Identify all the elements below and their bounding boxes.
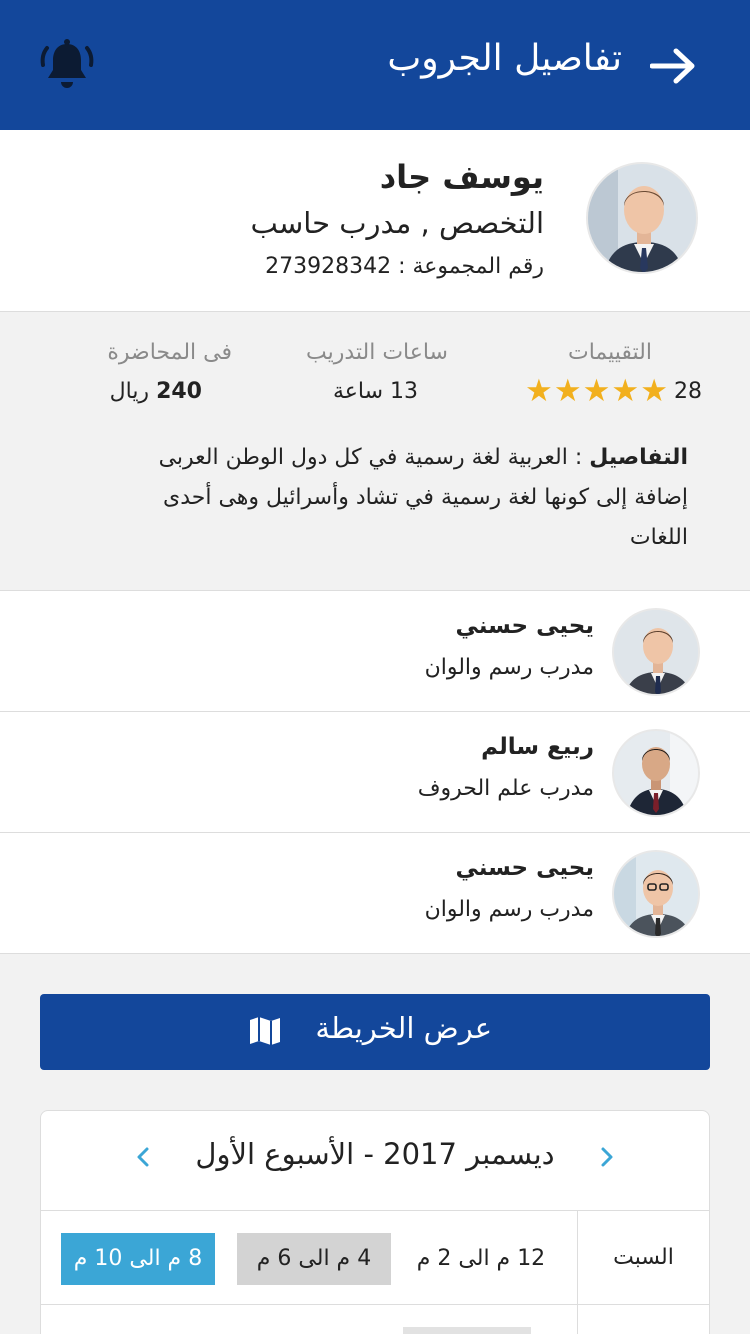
time-slot[interactable]: 4 م الى 6 م [237,1233,391,1285]
schedule-card: ديسمبر 2017 - الأسبوع الأول السبت 12 م ا… [40,1110,710,1334]
trainers-list: يحيى حسني مدرب رسم والوان ربيع سالم مدرب… [0,591,750,954]
trainer-item-role: مدرب علم الحروف [417,776,594,801]
group-details-text: التفاصيل : العربية لغة رسمية في كل دول ا… [128,438,688,558]
person-photo-icon [614,610,698,694]
trainer-item-role: مدرب رسم والوان [424,897,594,922]
avatar [612,729,700,817]
star-icon: ★ [525,373,553,409]
person-photo-icon [588,164,696,272]
list-item[interactable]: يحيى حسني مدرب رسم والوان [0,833,750,954]
person-photo-icon [614,731,698,815]
back-arrow-icon[interactable] [650,47,696,85]
list-item[interactable]: ربيع سالم مدرب علم الحروف [0,712,750,833]
star-icon: ★ [582,373,611,409]
ratings-count: 28 [674,379,702,404]
trainer-item-name: يحيى حسني [455,855,594,881]
schedule-row: السبت 12 م الى 2 م 4 م الى 6 م 8 م الى 1… [41,1211,709,1305]
trainer-specialty: التخصص , مدرب حاسب [250,206,544,240]
list-item[interactable]: يحيى حسني مدرب رسم والوان [0,591,750,712]
star-icon: ★ [611,373,640,409]
details-label: التفاصيل [589,445,688,470]
day-label: السبت [577,1211,709,1305]
page-title: تفاصيل الجروب [387,38,622,79]
group-number: رقم المجموعة : 273928342 [265,254,544,279]
avatar [612,850,700,938]
chevron-left-icon[interactable] [129,1143,157,1171]
week-navigator: ديسمبر 2017 - الأسبوع الأول [41,1111,709,1211]
show-map-button[interactable]: عرض الخريطة [40,994,710,1070]
time-slot[interactable] [403,1327,531,1334]
training-hours-label: ساعات التدريب [305,340,448,365]
time-slot-selected[interactable]: 8 م الى 10 م [61,1233,215,1285]
day-cell [577,1305,709,1334]
rating-stars: 28 ★ ★ ★ ★ ★ [524,376,702,407]
star-icon: ★ [553,373,582,409]
lecture-label: فى المحاضرة [107,340,232,365]
group-details-screen: تفاصيل الجروب يوسف جاد التخصص , مدرب حاس… [0,0,750,1334]
trainer-name: يوسف جاد [379,158,544,196]
avatar [586,162,698,274]
person-photo-icon [614,852,698,936]
notification-bell-icon[interactable] [38,36,96,94]
training-hours-value: 13 ساعة [332,379,418,404]
ratings-label: التقييمات [568,340,652,365]
trainer-item-role: مدرب رسم والوان [424,655,594,680]
lecture-price: 240 ريال [109,379,202,404]
map-icon [250,1017,280,1045]
trainer-item-name: ربيع سالم [481,734,594,760]
show-map-label: عرض الخريطة [315,1011,492,1045]
time-slot[interactable]: 12 م الى 2 م [401,1233,561,1285]
avatar [612,608,700,696]
trainer-profile-card: يوسف جاد التخصص , مدرب حاسب رقم المجموعة… [0,130,750,312]
schedule-row [41,1305,709,1334]
stats-section: التقييمات 28 ★ ★ ★ ★ ★ ساعات التدريب 13 … [0,312,750,591]
star-icon: ★ [640,373,668,409]
app-header: تفاصيل الجروب [0,0,750,130]
trainer-item-name: يحيى حسني [455,613,594,639]
